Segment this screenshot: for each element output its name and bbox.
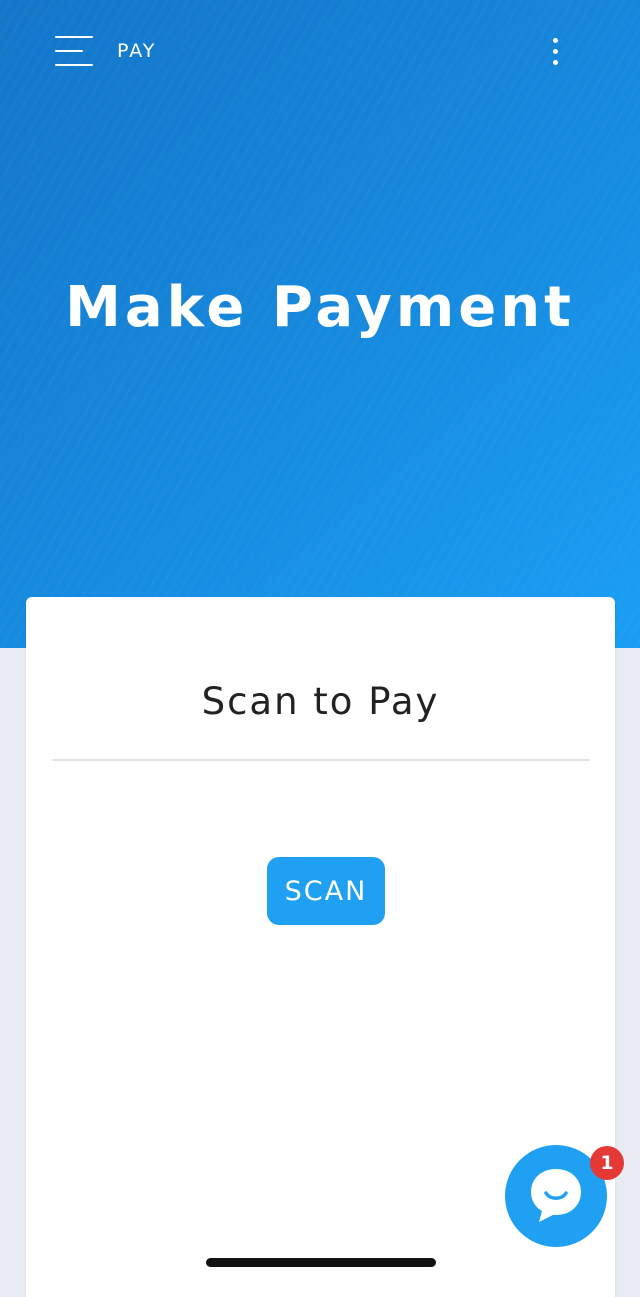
menu-line xyxy=(55,64,93,66)
menu-line xyxy=(55,36,93,38)
hero-banner: PAY Make Payment xyxy=(0,0,640,648)
card-title: Scan to Pay xyxy=(201,680,440,723)
dot xyxy=(553,38,558,43)
divider xyxy=(52,759,590,761)
dot xyxy=(553,60,558,65)
dot xyxy=(553,49,558,54)
scan-button[interactable]: SCAN xyxy=(267,857,385,925)
menu-line xyxy=(55,50,83,52)
home-indicator xyxy=(206,1258,436,1267)
app-title: PAY xyxy=(117,40,157,62)
more-options-icon[interactable] xyxy=(542,34,570,70)
chat-bubble-icon xyxy=(531,1169,581,1222)
page-title: Make Payment xyxy=(65,275,575,340)
hamburger-menu-icon[interactable] xyxy=(50,30,98,72)
notification-badge: 1 xyxy=(590,1146,624,1180)
